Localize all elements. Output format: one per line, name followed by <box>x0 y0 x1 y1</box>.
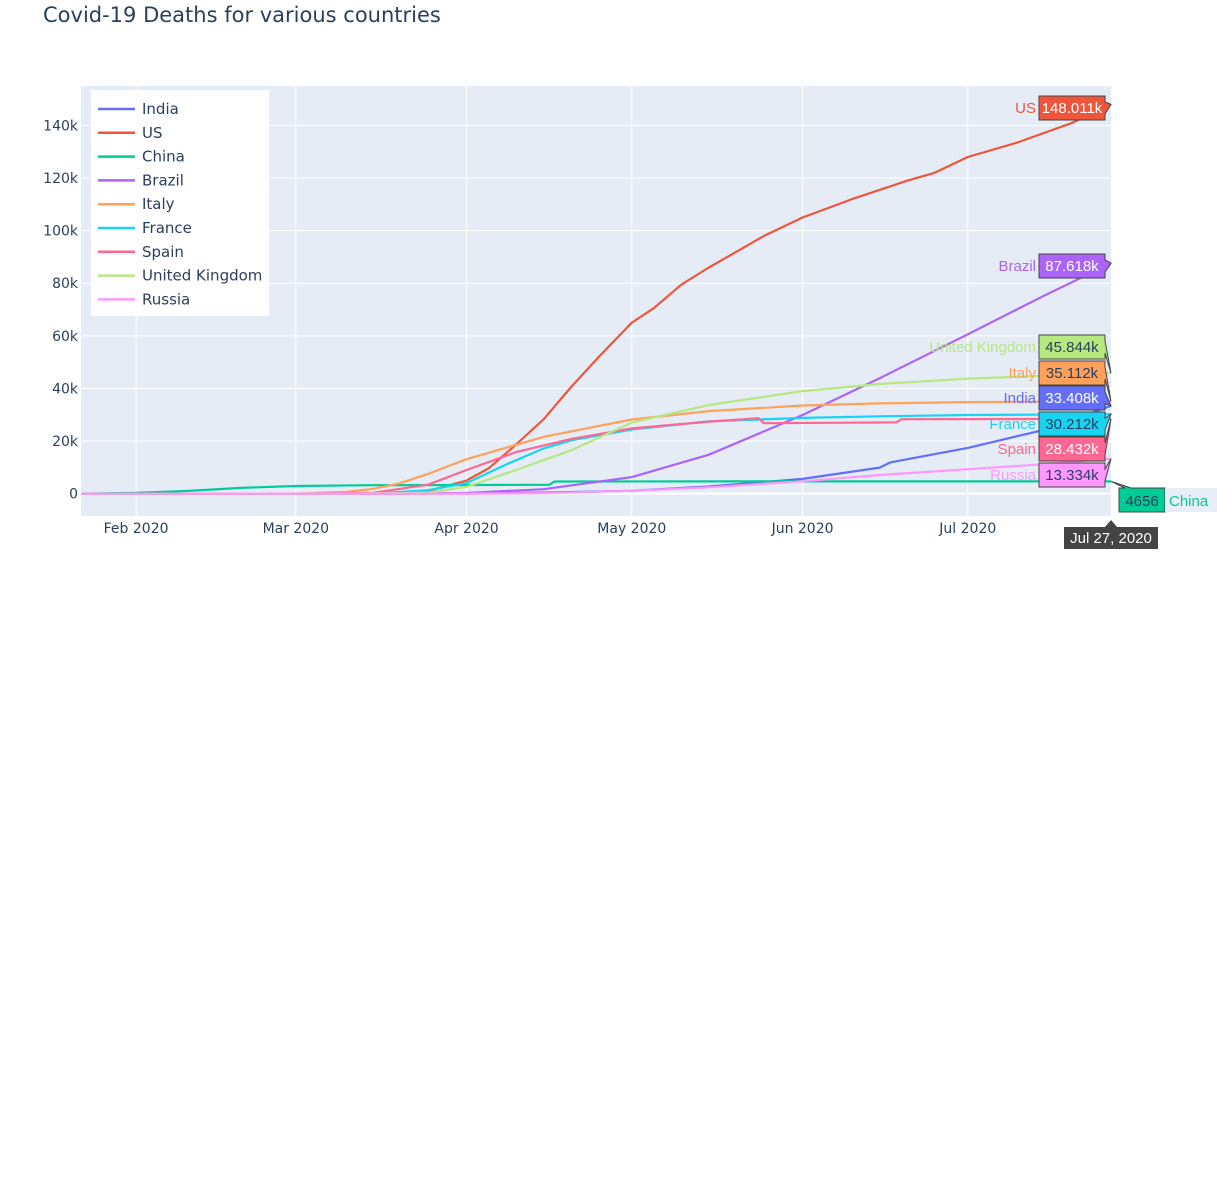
legend-label: US <box>142 124 163 142</box>
hover-name-us: US <box>1015 100 1036 117</box>
chart-canvas: 0 20k 40k 60k 80k 100k 120k 140k Feb 2020 Mar 20… <box>43 86 1217 549</box>
y-tick-label: 140k <box>43 118 79 134</box>
y-axis-ticks: 0 20k 40k 60k 80k 100k 120k 140k <box>43 118 79 502</box>
legend-label: Spain <box>142 243 184 261</box>
y-tick-label: 120k <box>43 171 79 187</box>
y-tick-label: 80k <box>52 276 79 292</box>
legend-label: India <box>142 100 179 118</box>
legend-label: Italy <box>142 195 175 213</box>
legend-label: Brazil <box>142 171 184 189</box>
x-tick-label: Jul 2020 <box>938 521 996 537</box>
hover-name-france: France <box>989 416 1036 433</box>
hover-name-united-kingdom: United Kingdom <box>929 339 1036 356</box>
y-tick-label: 0 <box>69 487 78 503</box>
x-axis-ticks: Feb 2020 Mar 2020 Apr 2020 May 2020 Jun 2020… <box>104 521 997 537</box>
hover-name-china: China <box>1169 493 1209 510</box>
y-tick-label: 100k <box>43 224 79 240</box>
hover-value-china: 4656 <box>1125 493 1158 510</box>
hover-name-brazil: Brazil <box>998 258 1036 275</box>
legend-label: China <box>142 148 185 166</box>
y-tick-label: 40k <box>52 381 79 397</box>
hover-value-united-kingdom: 45.844k <box>1045 339 1099 356</box>
x-tick-label: Jun 2020 <box>771 521 834 537</box>
hover-value-russia: 13.334k <box>1045 467 1099 484</box>
hover-date-label: Jul 27, 2020 <box>1070 530 1152 547</box>
hover-value-india: 33.408k <box>1045 390 1099 407</box>
y-tick-label: 20k <box>52 434 79 450</box>
legend: India US China Brazil Italy France Spain United… <box>91 90 269 316</box>
x-tick-label: May 2020 <box>597 521 666 537</box>
hover-name-russia: Russia <box>990 467 1037 484</box>
y-tick-label: 60k <box>52 329 79 345</box>
hover-value-us: 148.011k <box>1042 100 1103 117</box>
hover-value-spain: 28.432k <box>1045 441 1099 458</box>
hover-name-india: India <box>1003 390 1036 407</box>
hover-value-france: 30.212k <box>1045 416 1099 433</box>
x-tick-label: Feb 2020 <box>104 521 169 537</box>
legend-label: France <box>142 219 192 237</box>
hover-value-italy: 35.112k <box>1046 365 1099 382</box>
hover-value-brazil: 87.618k <box>1045 258 1099 275</box>
legend-label: United Kingdom <box>142 267 262 285</box>
hover-name-italy: Italy <box>1008 365 1036 382</box>
legend-label: Russia <box>142 290 190 308</box>
x-tick-label: Mar 2020 <box>263 521 330 537</box>
x-tick-label: Apr 2020 <box>434 521 498 537</box>
hover-name-spain: Spain <box>998 441 1036 458</box>
